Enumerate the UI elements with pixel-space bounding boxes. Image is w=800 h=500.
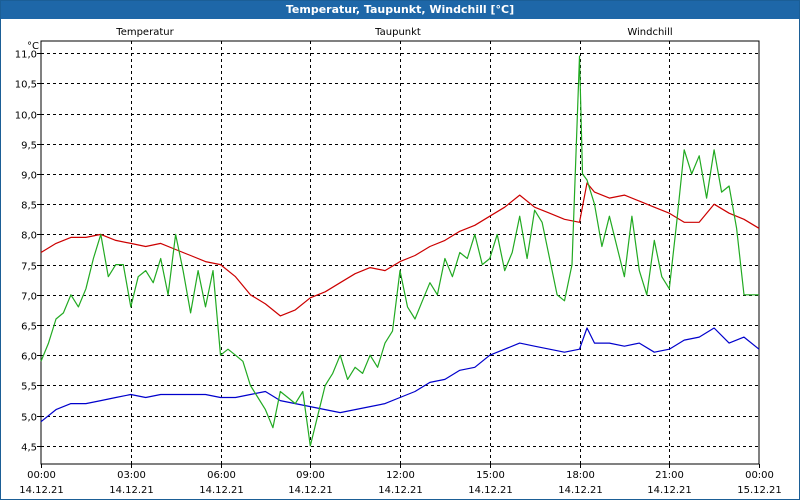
grid [40, 40, 760, 465]
x-tick-date: 15.12.21 [737, 485, 782, 496]
y-tick-label: 5,5 [21, 382, 37, 393]
legend-entry-taupunkt: Taupunkt [374, 27, 421, 38]
x-tick-time: 00:00 [745, 470, 774, 481]
y-tick-label: 5,0 [21, 413, 37, 424]
x-tick-date: 14.12.21 [378, 485, 423, 496]
y-tick-label: 6,0 [21, 352, 37, 363]
title-bar: Temperatur, Taupunkt, Windchill [°C] [1, 1, 799, 19]
x-tick-time: 00:00 [27, 470, 56, 481]
x-tick-time: 06:00 [207, 470, 236, 481]
legend-entry-temperatur: Temperatur [115, 27, 174, 38]
x-tick-time: 09:00 [296, 470, 325, 481]
legend: Temperatur Taupunkt Windchill [115, 27, 672, 38]
y-tick-label: 10,0 [15, 111, 37, 122]
y-tick-label: 9,5 [21, 141, 37, 152]
x-tick-date: 14.12.21 [19, 485, 64, 496]
chart-window: Temperatur, Taupunkt, Windchill [°C] 4,5… [0, 0, 800, 500]
y-tick-label: 6,5 [21, 322, 37, 333]
x-tick-time: 21:00 [655, 470, 684, 481]
y-tick-label: 8,5 [21, 201, 37, 212]
y-tick-label: 9,0 [21, 171, 37, 182]
x-tick-date: 14.12.21 [647, 485, 692, 496]
x-tick-time: 03:00 [117, 470, 146, 481]
y-tick-label: 7,0 [21, 292, 37, 303]
y-tick-label: 7,5 [21, 262, 37, 273]
y-tick-label: 4,5 [21, 443, 37, 454]
x-tick-time: 12:00 [386, 470, 415, 481]
y-tick-label: 8,0 [21, 231, 37, 242]
x-tick-date: 14.12.21 [109, 485, 154, 496]
y-axis-ticks: 4,5 5,0 5,5 6,0 6,5 7,0 7,5 8,0 8,5 9,0 9,5 10,0 10,… [15, 50, 41, 454]
x-tick-date: 14.12.21 [288, 485, 333, 496]
x-axis-ticks: 00:00 14.12.21 03:00 14.12.21 06:00 14.12.21 0… [19, 464, 782, 496]
x-tick-time: 15:00 [476, 470, 505, 481]
y-axis-label: °C [27, 41, 39, 52]
x-tick-date: 14.12.21 [558, 485, 603, 496]
legend-entry-windchill: Windchill [627, 27, 672, 38]
y-tick-label: 10,5 [15, 80, 37, 91]
chart: 4,5 5,0 5,5 6,0 6,5 7,0 7,5 8,0 8,5 9,0 9,5 10,0 10,… [15, 27, 782, 496]
x-tick-time: 18:00 [566, 470, 595, 481]
x-tick-date: 14.12.21 [468, 485, 513, 496]
x-tick-date: 14.12.21 [199, 485, 244, 496]
